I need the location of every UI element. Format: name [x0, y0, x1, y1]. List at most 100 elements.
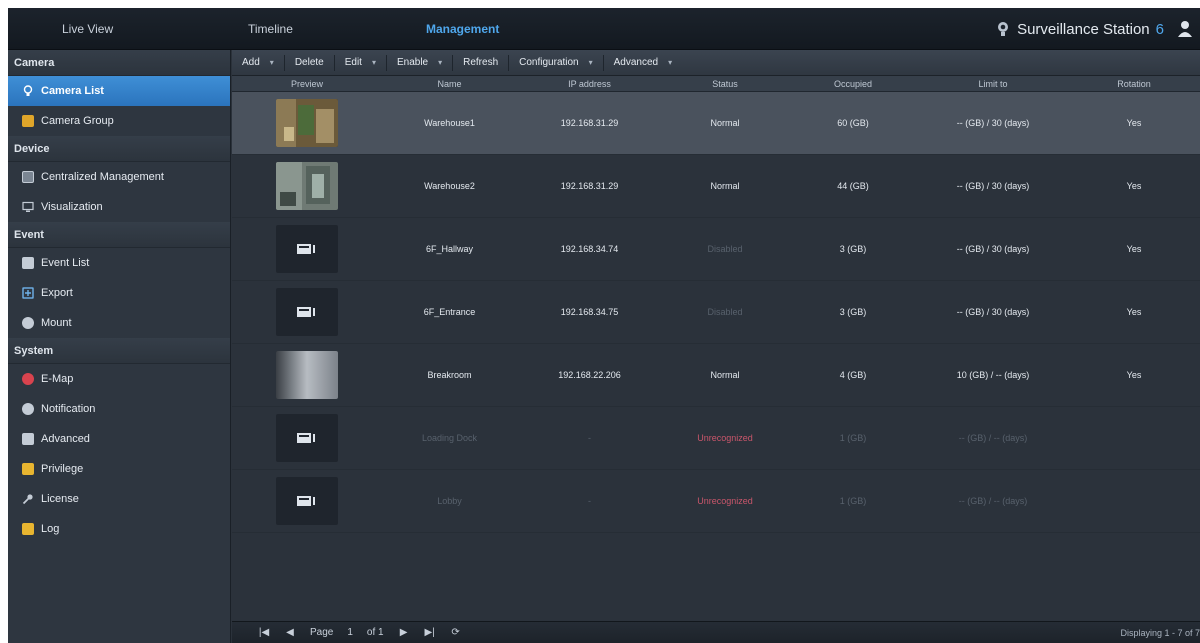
camera-limit: 10 (GB) / -- (days) — [956, 370, 1030, 380]
enable-button[interactable]: Enable ▾ — [397, 57, 442, 68]
sidebar-item-event-list[interactable]: Event List — [8, 248, 230, 278]
gear-icon — [22, 433, 34, 445]
table-row[interactable]: Warehouse1 192.168.31.29 Normal 60 (GB) … — [232, 92, 1200, 155]
tab-management[interactable]: Management — [426, 8, 499, 50]
page-of-label: of 1 — [366, 627, 384, 638]
delete-button[interactable]: Delete — [295, 57, 324, 68]
page-input[interactable]: 1 — [347, 627, 353, 638]
table-row[interactable]: 6F_Hallway 192.168.34.74 Disabled 3 (GB)… — [232, 218, 1200, 281]
camera-ip: 192.168.31.29 — [560, 181, 619, 191]
preview-cell — [232, 477, 382, 525]
sidebar-item-label: Privilege — [41, 463, 84, 475]
camera-occupied: 3 (GB) — [839, 307, 867, 317]
brand-logo: Surveillance Station 6 — [995, 8, 1164, 50]
sidebar-item-license[interactable]: License — [8, 484, 230, 514]
column-header-ip[interactable]: IP address — [517, 76, 662, 91]
sidebar-item-label: E-Map — [41, 373, 74, 385]
first-page-icon[interactable]: |◀ — [258, 627, 270, 639]
sidebar-item-privilege[interactable]: Privilege — [8, 454, 230, 484]
sidebar-item-mount[interactable]: Mount — [8, 308, 230, 338]
sidebar-item-label: Advanced — [41, 433, 90, 445]
sidebar-item-visualization[interactable]: Visualization — [8, 192, 230, 222]
divider — [602, 54, 604, 71]
divider — [452, 54, 454, 71]
sidebar-item-camera-group[interactable]: Camera Group — [8, 106, 230, 136]
sidebar-section-camera: Camera — [8, 50, 230, 76]
key-icon — [22, 494, 33, 505]
camera-status: Unrecognized — [697, 496, 753, 506]
column-header-preview[interactable]: Preview — [232, 76, 382, 91]
tab-live-view[interactable]: Live View — [62, 8, 113, 50]
preview-cell — [232, 351, 382, 399]
display-count: Displaying 1 - 7 of 7 — [1120, 628, 1200, 638]
sidebar-item-notification[interactable]: Notification — [8, 394, 230, 424]
sidebar-section-device: Device — [8, 136, 230, 162]
sidebar-item-label: Export — [41, 287, 73, 299]
camera-ip: 192.168.34.75 — [560, 307, 619, 317]
camera-name: Lobby — [437, 496, 462, 506]
advanced-label: Advanced — [613, 57, 659, 68]
sidebar-item-label: Camera Group — [41, 115, 114, 127]
column-header-occupied[interactable]: Occupied — [788, 76, 918, 91]
prev-page-icon[interactable]: ◀ — [284, 627, 296, 639]
column-header-name[interactable]: Name — [382, 76, 517, 91]
configuration-button[interactable]: Configuration ▾ — [519, 57, 593, 68]
camera-limit: -- (GB) / -- (days) — [958, 496, 1028, 506]
preview-cell — [232, 414, 382, 462]
camera-name: 6F_Entrance — [423, 307, 476, 317]
table-row[interactable]: Loading Dock - Unrecognized 1 (GB) -- (G… — [232, 407, 1200, 470]
camera-limit: -- (GB) / 30 (days) — [956, 307, 1030, 317]
notification-icon — [22, 403, 34, 415]
brand-version: 6 — [1155, 20, 1164, 38]
export-icon — [22, 287, 34, 299]
camera-status: Disabled — [707, 307, 743, 317]
sidebar-section-event: Event — [8, 222, 230, 248]
sidebar-item-advanced[interactable]: Advanced — [8, 424, 230, 454]
camera-rotation: Yes — [1126, 307, 1142, 317]
camera-name: Warehouse1 — [424, 118, 475, 128]
camera-occupied: 44 (GB) — [837, 181, 869, 191]
camera-limit: -- (GB) / 30 (days) — [956, 244, 1030, 254]
sidebar-item-log[interactable]: Log — [8, 514, 230, 544]
add-button[interactable]: Add ▾ — [242, 57, 274, 68]
camera-name: Warehouse2 — [424, 181, 475, 191]
sidebar-item-camera-list[interactable]: Camera List — [8, 76, 230, 106]
sidebar-item-export[interactable]: Export — [8, 278, 230, 308]
toolbar: Add ▾ Delete Edit ▾ Enable ▾ Refresh Config… — [232, 50, 1200, 76]
table-row[interactable]: Warehouse2 192.168.31.29 Normal 44 (GB) … — [232, 155, 1200, 218]
camera-thumbnail — [276, 99, 338, 147]
folder-icon — [22, 115, 34, 127]
table-row[interactable]: Breakroom 192.168.22.206 Normal 4 (GB) 1… — [232, 344, 1200, 407]
sidebar-item-label: License — [41, 493, 79, 505]
refresh-icon[interactable]: ⟳ — [450, 627, 462, 639]
next-page-icon[interactable]: ▶ — [398, 627, 410, 639]
camera-ip: 192.168.22.206 — [558, 370, 621, 380]
user-icon[interactable] — [1176, 20, 1194, 38]
advanced-button[interactable]: Advanced ▾ — [614, 57, 673, 68]
camera-status: Disabled — [707, 244, 743, 254]
camera-status: Normal — [710, 370, 740, 380]
last-page-icon[interactable]: ▶| — [424, 627, 436, 639]
pagination-bar: |◀ ◀ Page 1 of 1 ▶ ▶| ⟳ Displaying 1 - 7… — [232, 621, 1200, 643]
column-header-status[interactable]: Status — [662, 76, 788, 91]
delete-label: Delete — [294, 57, 324, 68]
column-header-limit[interactable]: Limit to — [918, 76, 1068, 91]
table-row[interactable]: Lobby - Unrecognized 1 (GB) -- (GB) / --… — [232, 470, 1200, 533]
sidebar-item-e-map[interactable]: E-Map — [8, 364, 230, 394]
preview-cell — [232, 162, 382, 210]
table-row[interactable]: 6F_Entrance 192.168.34.75 Disabled 3 (GB… — [232, 281, 1200, 344]
divider — [333, 54, 335, 71]
sidebar-item-label: Camera List — [41, 85, 104, 97]
preview-cell — [232, 225, 382, 273]
sidebar-item-label: Event List — [41, 257, 90, 269]
camera-thumbnail — [276, 351, 338, 399]
chevron-down-icon: ▾ — [668, 58, 673, 67]
sidebar-item-centralized-management[interactable]: Centralized Management — [8, 162, 230, 192]
tab-timeline[interactable]: Timeline — [248, 8, 293, 50]
camera-placeholder — [276, 225, 338, 273]
edit-button[interactable]: Edit ▾ — [345, 57, 376, 68]
column-header-rotation[interactable]: Rotation — [1068, 76, 1200, 91]
refresh-label: Refresh — [463, 57, 499, 68]
top-navigation-bar: Live View Timeline Management Surveillan… — [8, 8, 1200, 50]
refresh-button[interactable]: Refresh — [463, 57, 498, 68]
